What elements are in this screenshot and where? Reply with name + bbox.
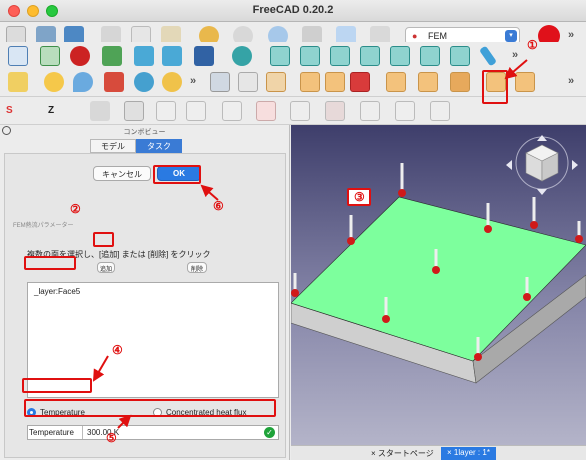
material-solid-icon[interactable] xyxy=(44,72,64,92)
window-title: FreeCAD 0.20.2 xyxy=(252,4,334,16)
view-isometric-icon[interactable] xyxy=(270,46,290,66)
constraint-fixed-icon[interactable] xyxy=(418,72,438,92)
model-canvas xyxy=(291,135,586,384)
tab-model[interactable]: モデル xyxy=(90,139,136,153)
3d-view[interactable]: ③ xyxy=(291,125,586,445)
annotation-3: ③ xyxy=(354,190,365,204)
zoom-icon[interactable] xyxy=(232,46,252,66)
constraint-heatflux-icon[interactable] xyxy=(350,72,370,92)
highlight-temperature-tool xyxy=(482,70,508,104)
post-scalar-icon[interactable] xyxy=(395,101,415,121)
navigation-cube xyxy=(506,135,578,195)
view-right-icon[interactable] xyxy=(360,46,380,66)
more-icon[interactable]: » xyxy=(568,29,574,41)
mesh-display-icon[interactable] xyxy=(222,101,242,121)
view-front-icon[interactable] xyxy=(300,46,320,66)
view-left-icon[interactable] xyxy=(450,46,470,66)
cancel-button[interactable]: キャンセル xyxy=(93,166,151,181)
view-rear-icon[interactable] xyxy=(390,46,410,66)
view-top-icon[interactable] xyxy=(330,46,350,66)
tab-start-page-label: スタートページ xyxy=(377,449,434,458)
post-warp-icon[interactable] xyxy=(430,101,450,121)
group-title: FEM熱流パラメーター xyxy=(13,223,74,229)
annotation-2: ② xyxy=(70,202,81,216)
material-editor-icon[interactable] xyxy=(104,72,124,92)
temperature-label: Temperature xyxy=(29,428,74,437)
tab-task[interactable]: タスク xyxy=(136,139,182,153)
solver-icon[interactable]: S xyxy=(6,101,36,121)
more-icon[interactable]: » xyxy=(190,75,196,87)
back-arrow-icon[interactable] xyxy=(134,46,154,66)
mesh-region-icon[interactable] xyxy=(124,101,144,121)
constraint-initial-temp-icon[interactable] xyxy=(300,72,320,92)
tab-start-page[interactable]: × スタートページ xyxy=(365,447,440,460)
close-icon[interactable]: × xyxy=(371,449,378,458)
highlight-add xyxy=(93,232,114,247)
annotation-4: ④ xyxy=(112,343,123,357)
element-geometry-icon[interactable] xyxy=(210,72,230,92)
constraint-heat-icon[interactable] xyxy=(515,72,535,92)
more-icon[interactable]: » xyxy=(568,75,574,87)
combo-view: コンボビュー モデル タスク キャンセル OK FEM熱流パラメーター 複数の面… xyxy=(0,125,290,460)
add-button[interactable]: 追加 xyxy=(97,262,115,273)
highlight-ok xyxy=(153,165,201,184)
combo-view-header: コンボビュー xyxy=(0,125,289,137)
workbench-selected: FEM xyxy=(428,31,447,41)
fem-workbench-icon: ● xyxy=(412,31,418,41)
shell-thickness-icon[interactable] xyxy=(266,72,286,92)
tab-1layer[interactable]: × 1layer : 1* xyxy=(441,447,496,460)
chevron-down-icon: ▾ xyxy=(505,30,517,42)
post-clip-icon[interactable] xyxy=(360,101,380,121)
constraint-body-heat-icon[interactable] xyxy=(325,72,345,92)
toolbar-view: » xyxy=(0,42,586,71)
highlight-temperature-input xyxy=(24,399,276,417)
mesh-group-icon[interactable] xyxy=(186,101,206,121)
list-item[interactable]: _layer:Face5 xyxy=(34,287,80,296)
remove-button[interactable]: 削除 xyxy=(187,262,207,273)
solver-z88-icon[interactable]: Z xyxy=(48,101,76,121)
close-icon[interactable]: × xyxy=(447,448,454,457)
panel-options-icon[interactable] xyxy=(2,126,11,135)
tab-1layer-label: 1layer : 1* xyxy=(453,448,490,457)
highlight-temperature-option xyxy=(22,378,92,393)
draw-style-icon[interactable] xyxy=(70,46,90,66)
material-nonlinear-icon[interactable] xyxy=(162,72,182,92)
mesh-boundary-icon[interactable] xyxy=(156,101,176,121)
forward-arrow-icon[interactable] xyxy=(162,46,182,66)
result-show-icon[interactable] xyxy=(256,101,276,121)
bounding-box-icon[interactable] xyxy=(102,46,122,66)
mesh-icon[interactable] xyxy=(90,101,110,121)
constraint-displacement-icon[interactable] xyxy=(450,72,470,92)
material-fluid-icon[interactable] xyxy=(73,72,93,92)
post-pipeline-icon[interactable] xyxy=(325,101,345,121)
result-purge-icon[interactable] xyxy=(290,101,310,121)
combo-view-title: コンボビュー xyxy=(123,129,166,136)
constraint-self-weight-icon[interactable] xyxy=(386,72,406,92)
beam-rotation-icon[interactable] xyxy=(238,72,258,92)
material-reinforced-icon[interactable] xyxy=(134,72,154,92)
annotation-3-box: ③ xyxy=(347,188,371,206)
temperature-row: Temperature 300.00 K ✓ xyxy=(27,425,279,440)
view-bottom-icon[interactable] xyxy=(420,46,440,66)
combo-view-tabs: モデル タスク xyxy=(90,139,182,153)
analysis-container-icon[interactable] xyxy=(8,72,28,92)
measure-icon[interactable] xyxy=(478,45,498,67)
check-icon: ✓ xyxy=(264,427,275,438)
annotation-5: ⑤ xyxy=(106,431,117,445)
annotation-6: ⑥ xyxy=(213,199,224,213)
fit-selection-icon[interactable] xyxy=(40,46,60,66)
title-bar: FreeCAD 0.20.2 xyxy=(0,0,586,22)
more-icon[interactable]: » xyxy=(512,49,518,61)
fit-all-icon[interactable] xyxy=(8,46,28,66)
annotation-1: ① xyxy=(527,38,538,52)
document-tabs: × スタートページ × 1layer : 1* xyxy=(291,445,586,460)
stereo-view-icon[interactable] xyxy=(194,46,214,66)
highlight-reference xyxy=(24,256,76,270)
